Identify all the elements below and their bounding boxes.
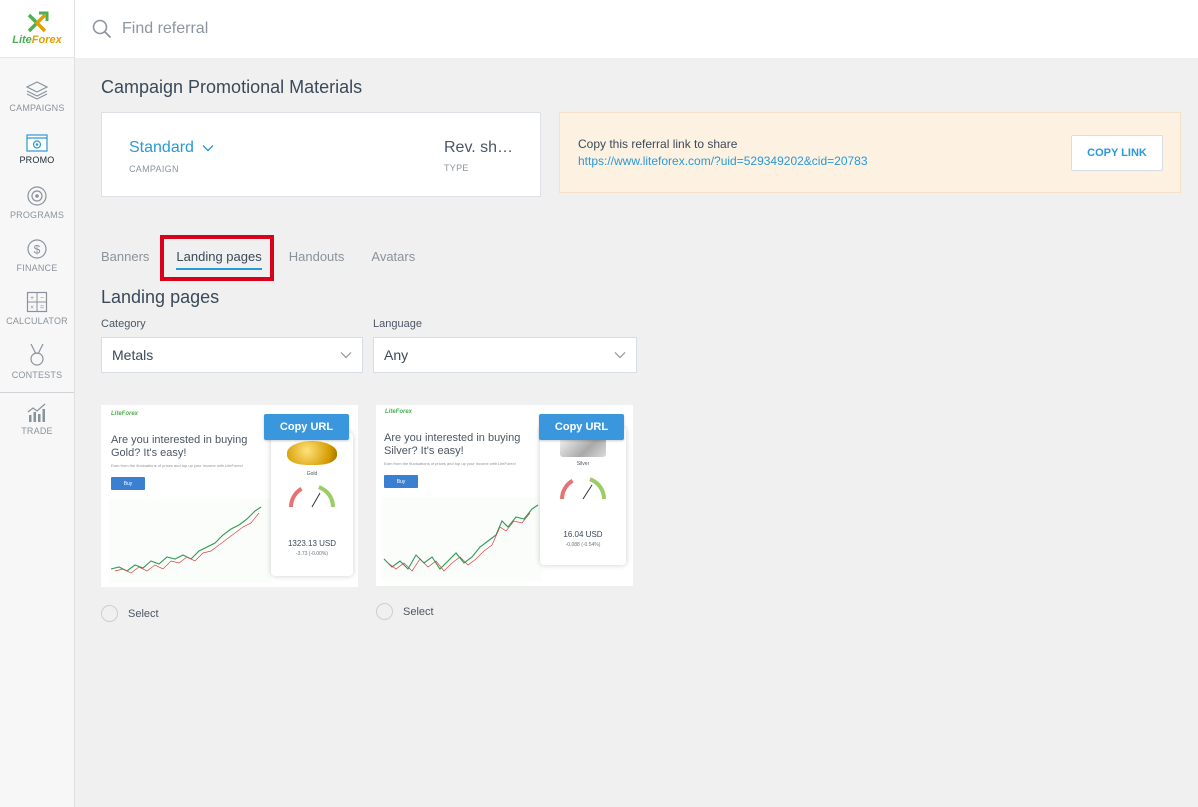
medal-icon [30,343,44,366]
sidebar-item-label: PROMO [19,155,55,165]
sidebar-item-programs[interactable]: PROGRAMS [0,176,74,229]
landing-headline: Are you interested in buying Silver? It's… [384,432,521,457]
price-chart-thumbnail [382,497,542,581]
svg-text:$: $ [34,243,41,257]
campaign-dropdown[interactable]: Standard [129,139,214,157]
annotation-highlight-box [160,235,274,281]
chevron-down-icon [614,352,626,359]
chevron-down-icon [340,352,352,359]
sidebar-item-calculator[interactable]: + − × = CALCULATOR [0,282,74,335]
select-label: Select [128,607,159,620]
copy-url-button[interactable]: Copy URL [539,414,624,440]
top-bar [75,0,1198,58]
promo-icon [26,134,48,152]
search-icon [92,19,112,39]
svg-text:×: × [30,305,34,312]
price-widget-card: Silver 16.04 USD -0.088 (-0.54%) [540,427,626,565]
landing-subtext: Earn from the fluctuations of prices and… [111,463,243,468]
campaign-value: Standard [129,139,194,156]
select-radio-silver[interactable]: Select [376,603,434,620]
referral-link-card: Copy this referral link to share https:/… [559,112,1181,193]
sidebar-item-label: CAMPAIGNS [9,103,65,113]
price-chart-thumbnail [109,499,271,583]
layers-icon [25,81,49,100]
campaign-card: Standard CAMPAIGN Rev. sh… TYPE [101,112,541,197]
chevron-down-icon [202,145,214,152]
select-radio-gold[interactable]: Select [101,605,159,622]
brand-logo[interactable]: LiteForex [0,0,74,58]
type-value: Rev. sh… [444,139,514,156]
sidebar-item-label: CONTESTS [11,370,63,380]
dollar-icon: $ [27,239,47,259]
copy-url-button[interactable]: Copy URL [264,414,349,440]
sidebar-item-promo[interactable]: PROMO [0,123,74,176]
liteforex-logo-icon [27,11,49,33]
copy-link-button[interactable]: COPY LINK [1071,135,1163,171]
referral-url[interactable]: https://www.liteforex.com/?uid=529349202… [578,154,868,168]
sidebar-divider [0,392,74,393]
landing-page-thumbnail-silver[interactable]: LiteForex Are you interested in buying Si… [376,405,633,586]
mini-liteforex-logo: LiteForex [385,409,413,415]
mini-liteforex-logo: LiteForex [111,411,139,417]
gauge-icon [289,484,335,508]
svg-text:=: = [40,305,44,312]
metal-name: Gold [306,471,318,477]
tab-banners[interactable]: Banners [101,245,149,264]
brand-name: LiteForex [12,34,62,46]
language-value: Any [384,347,409,363]
gold-bars-image [287,441,337,465]
widget-change: -3.73 (-0.00%) [296,551,328,557]
section-title: Landing pages [101,287,220,307]
type-label: TYPE [444,163,469,173]
category-value: Metals [112,347,154,363]
language-label: Language [373,318,422,330]
calculator-icon: + − × = [26,291,48,313]
widget-price: 16.04 USD [563,530,603,539]
sidebar-item-label: CALCULATOR [6,316,68,326]
landing-page-thumbnail-gold[interactable]: LiteForex Are you interested in buying Go… [101,405,358,587]
metal-name: Silver [576,461,590,467]
campaign-label: CAMPAIGN [129,164,179,174]
referral-text: Copy this referral link to share [578,137,738,151]
search-input[interactable] [122,20,622,38]
landing-buy-button: Buy [384,475,418,488]
select-label: Select [403,605,434,618]
category-select[interactable]: Metals [101,337,363,373]
sidebar-item-finance[interactable]: $ FINANCE [0,229,74,282]
svg-text:−: − [40,295,44,302]
target-icon [27,186,47,206]
sidebar-item-label: FINANCE [16,263,58,273]
widget-change: -0.088 (-0.54%) [565,542,601,548]
sidebar-item-label: TRADE [21,425,53,436]
radio-button[interactable] [101,605,118,622]
svg-text:+: + [30,295,34,302]
silver-bars-image [560,437,606,457]
chart-icon [27,403,46,422]
sidebar-item-contests[interactable]: CONTESTS [0,335,74,388]
sidebar: LiteForex CAMPAIGNS PROMO PROGRAMS $ FIN… [0,0,75,807]
widget-price: 1323.13 USD [287,539,337,548]
landing-subtext: Earn from the fluctuations of prices and… [384,461,516,466]
landing-headline: Are you interested in buying Gold? It's e… [111,434,248,459]
tab-avatars[interactable]: Avatars [371,245,415,264]
sidebar-item-trade[interactable]: TRADE [0,399,74,439]
sidebar-item-campaigns[interactable]: CAMPAIGNS [0,70,74,123]
language-select[interactable]: Any [373,337,637,373]
gauge-icon [560,476,606,500]
tab-handouts[interactable]: Handouts [289,245,345,264]
page-title: Campaign Promotional Materials [101,77,363,97]
landing-buy-button: Buy [111,477,145,490]
price-widget-card: Gold 1323.13 USD -3.73 (-0.00%) [271,433,353,576]
category-label: Category [101,318,146,330]
radio-button[interactable] [376,603,393,620]
sidebar-item-label: PROGRAMS [9,210,65,220]
